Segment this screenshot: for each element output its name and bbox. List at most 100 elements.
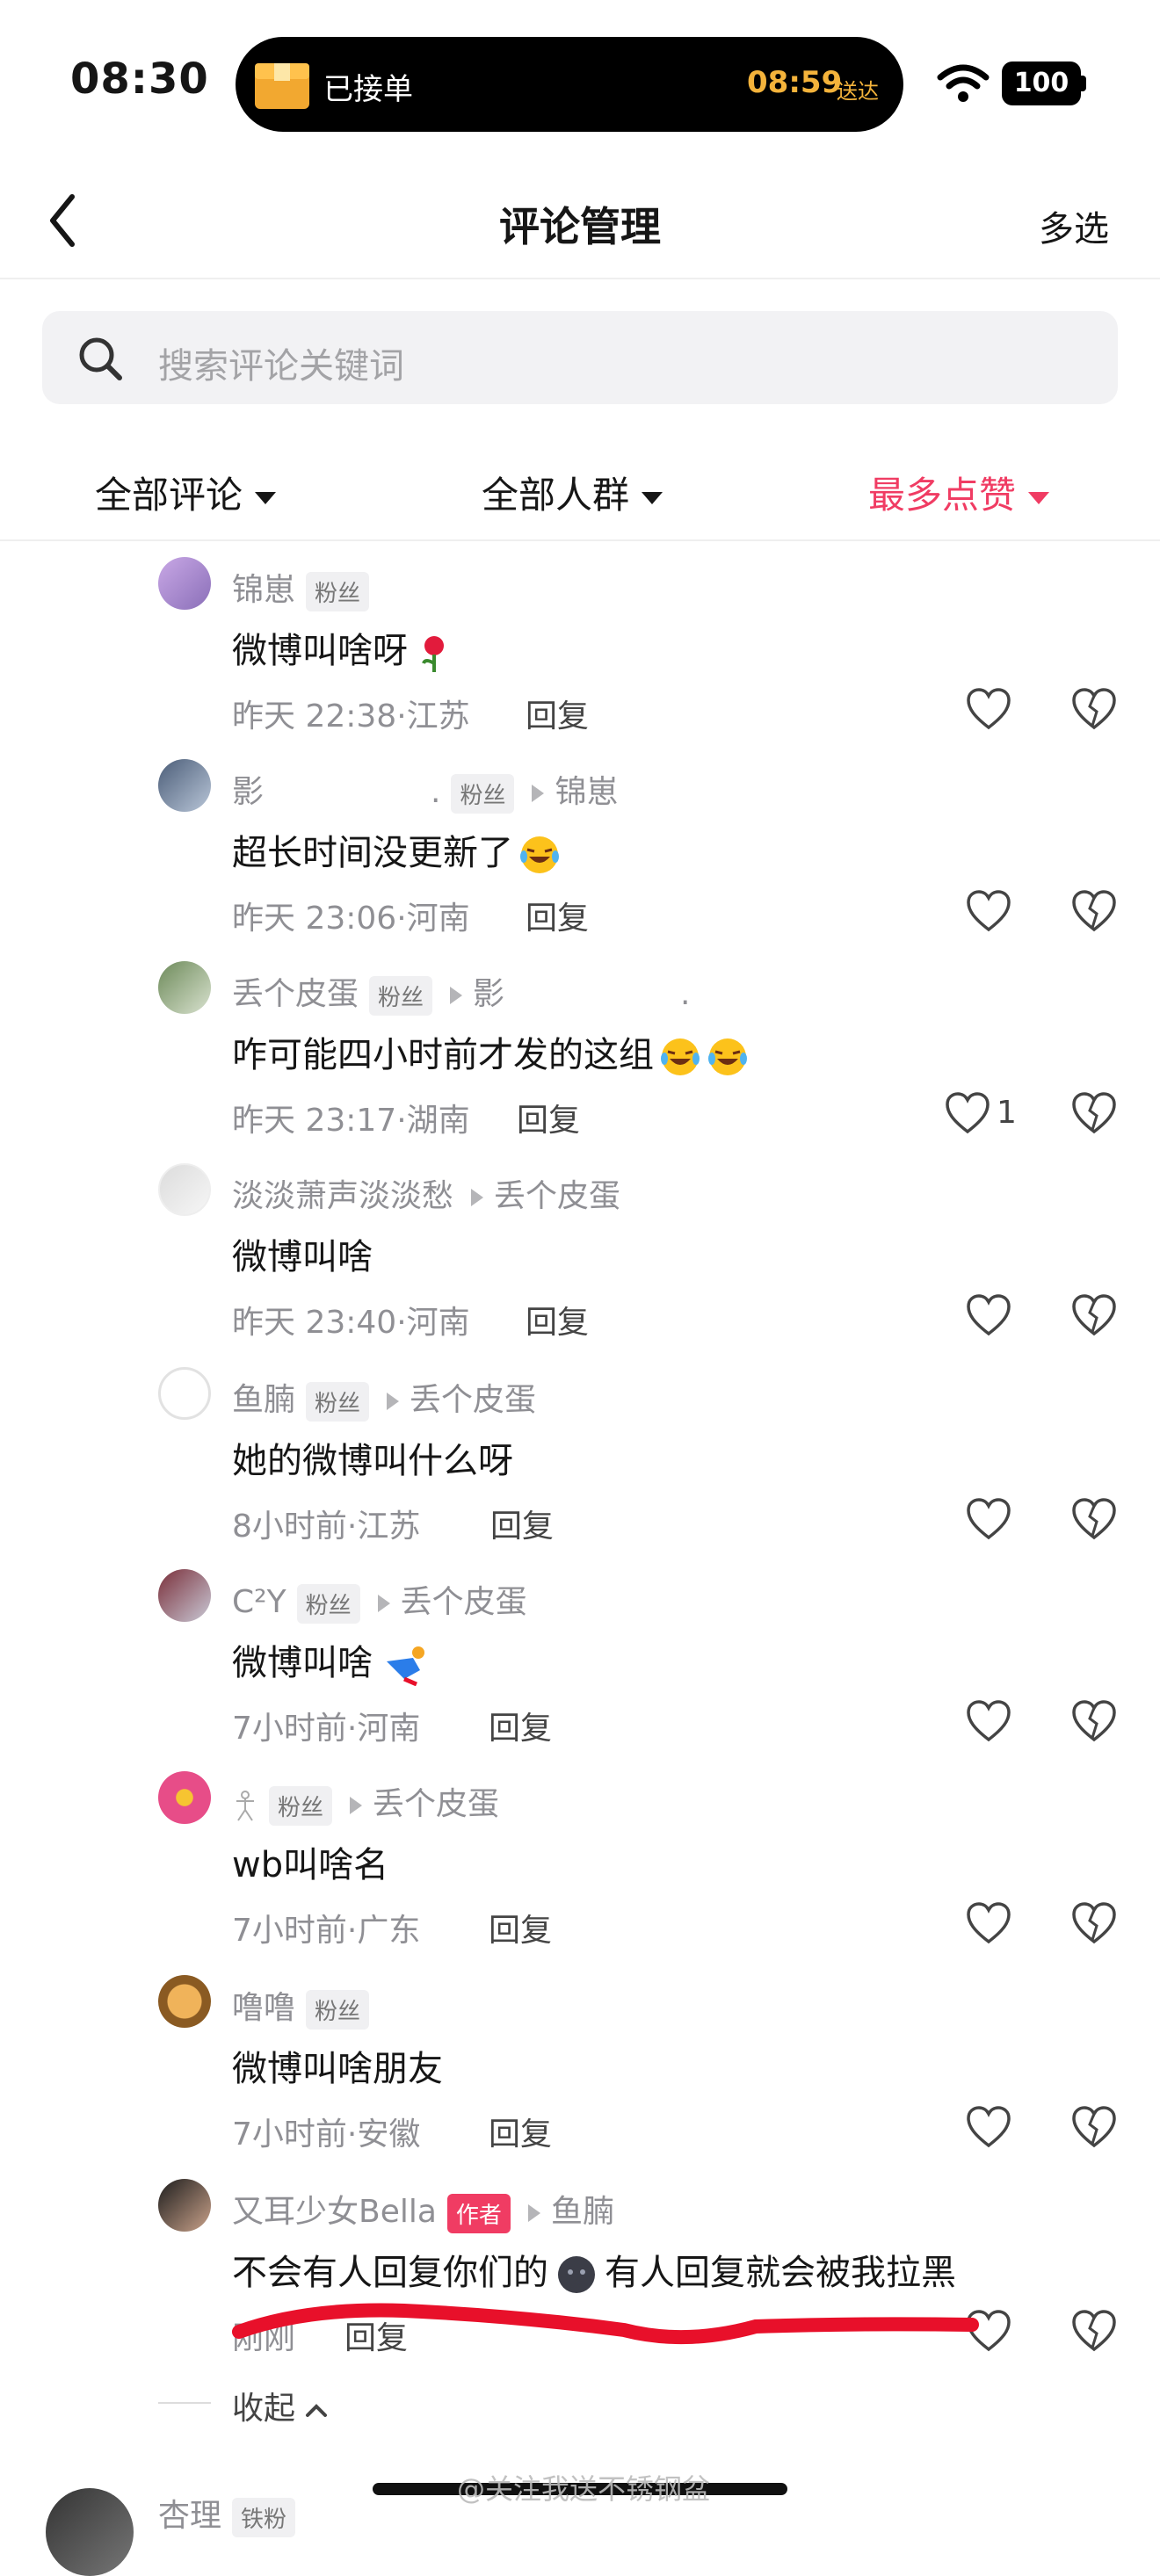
laughing-tears-emoji-icon xyxy=(661,1038,700,1075)
like-heart-icon[interactable] xyxy=(965,1497,1012,1541)
dislike-broken-heart-icon[interactable] xyxy=(1070,1699,1118,1743)
like-heart-icon[interactable] xyxy=(965,1699,1012,1743)
filter-label: 全部人群 xyxy=(482,474,630,517)
avatar[interactable] xyxy=(158,961,211,1014)
laughing-tears-emoji-icon xyxy=(708,1038,747,1075)
nav-divider xyxy=(0,278,1160,279)
reply-target[interactable]: 丢个皮蛋 xyxy=(373,1786,499,1822)
avatar[interactable] xyxy=(158,1163,211,1216)
filter-all-audience[interactable]: 全部人群 xyxy=(482,466,663,519)
avatar[interactable] xyxy=(158,1367,211,1420)
dislike-broken-heart-icon[interactable] xyxy=(1070,2309,1118,2353)
island-eta-suffix: 送达 xyxy=(837,79,879,104)
comment-time: 昨天 23:06·河南 xyxy=(232,901,470,937)
dislike-broken-heart-icon[interactable] xyxy=(1070,1293,1118,1337)
reply-target[interactable]: 丢个皮蛋 xyxy=(410,1382,536,1418)
laughing-tears-emoji-icon xyxy=(520,836,559,873)
filter-label: 全部评论 xyxy=(95,474,243,517)
reply-button[interactable]: 回复 xyxy=(489,1905,552,1950)
reply-arrow-icon xyxy=(527,2204,540,2222)
comment-time: 7小时前·广东 xyxy=(232,1913,421,1949)
avatar[interactable] xyxy=(158,557,211,610)
comment-header: 粉丝 丢个皮蛋 xyxy=(232,1778,499,1826)
dropdown-triangle-icon xyxy=(255,491,277,504)
collapse-button[interactable]: 收起 xyxy=(232,2383,329,2428)
comment-text: wb叫啥名 xyxy=(232,1836,388,1887)
reply-button[interactable]: 回复 xyxy=(489,2109,552,2154)
avatar[interactable] xyxy=(46,2488,134,2576)
like-heart-icon[interactable] xyxy=(965,2105,1012,2149)
search-placeholder[interactable]: 搜索评论关键词 xyxy=(158,337,404,388)
comment-body-part1: 不会有人回复你们的 xyxy=(232,2253,548,2293)
like-heart-icon[interactable] xyxy=(944,1091,991,1135)
reply-arrow-icon xyxy=(471,1189,484,1206)
reply-button[interactable]: 回复 xyxy=(526,691,589,736)
avatar[interactable] xyxy=(158,1975,211,2028)
username[interactable]: 噜噜 xyxy=(232,1990,295,2026)
username[interactable]: 鱼腩 xyxy=(232,1382,295,1418)
reply-button[interactable]: 回复 xyxy=(490,1501,554,1546)
username[interactable]: 影 xyxy=(232,774,264,810)
dislike-broken-heart-icon[interactable] xyxy=(1070,889,1118,933)
fan-badge: 粉丝 xyxy=(369,975,433,1016)
username[interactable]: 淡淡萧声淡淡愁 xyxy=(232,1178,453,1214)
dropdown-triangle-icon xyxy=(1028,491,1050,504)
reply-target-suffix: . xyxy=(680,976,691,1012)
reply-button[interactable]: 回复 xyxy=(517,1095,580,1140)
collapse-label: 收起 xyxy=(232,2391,296,2427)
fan-badge: 粉丝 xyxy=(296,1583,360,1624)
like-heart-icon[interactable] xyxy=(965,889,1012,933)
filter-all-comments[interactable]: 全部评论 xyxy=(95,466,277,519)
multi-select-button[interactable]: 多选 xyxy=(1039,200,1109,251)
reply-target[interactable]: 锦崽 xyxy=(555,774,618,810)
username[interactable]: 丢个皮蛋 xyxy=(232,976,359,1012)
dropdown-triangle-icon xyxy=(642,491,663,504)
comment-header: 又耳少女Bella 作者 鱼腩 xyxy=(232,2186,614,2233)
filter-most-liked[interactable]: 最多点赞 xyxy=(868,466,1050,519)
reply-target[interactable]: 影 xyxy=(473,976,504,1012)
reply-target[interactable]: 丢个皮蛋 xyxy=(401,1584,527,1620)
comment-body: 咋可能四小时前才发的这组 xyxy=(232,1035,654,1075)
search-icon xyxy=(79,337,122,380)
filter-divider xyxy=(0,539,1160,541)
avatar[interactable] xyxy=(158,1569,211,1622)
username[interactable]: 杏理 xyxy=(158,2498,221,2534)
avatar[interactable] xyxy=(158,759,211,812)
comment-time: 7小时前·河南 xyxy=(232,1711,421,1747)
reply-button[interactable]: 回复 xyxy=(489,1703,552,1748)
comment-time: 7小时前·安徽 xyxy=(232,2117,421,2153)
comment-header: C²Y 粉丝 丢个皮蛋 xyxy=(232,1576,527,1624)
dislike-broken-heart-icon[interactable] xyxy=(1070,1497,1118,1541)
comment-body: 微博叫啥 xyxy=(232,1643,373,1683)
comment-body: 她的微博叫什么呀 xyxy=(232,1441,513,1481)
fan-badge: 粉丝 xyxy=(306,1381,370,1422)
reply-target[interactable]: 鱼腩 xyxy=(551,2194,614,2230)
comment-time: 昨天 22:38·江苏 xyxy=(232,698,470,734)
fan-badge: 粉丝 xyxy=(306,571,370,611)
username[interactable]: 又耳少女Bella xyxy=(232,2194,437,2230)
dislike-broken-heart-icon[interactable] xyxy=(1070,1091,1118,1135)
comment-text: 咋可能四小时前才发的这组 xyxy=(232,1026,749,1078)
reply-target[interactable]: 丢个皮蛋 xyxy=(494,1178,620,1214)
status-time: 08:30 xyxy=(70,54,209,104)
comment-text: 微博叫啥 xyxy=(232,1634,431,1686)
dislike-broken-heart-icon[interactable] xyxy=(1070,1901,1118,1945)
chevron-up-icon xyxy=(306,2404,328,2417)
like-heart-icon[interactable] xyxy=(965,687,1012,731)
avatar[interactable] xyxy=(158,1771,211,1824)
wifi-icon xyxy=(937,64,990,102)
username[interactable]: 锦崽 xyxy=(232,572,295,608)
comment-body: 微博叫啥朋友 xyxy=(232,2049,443,2089)
like-heart-icon[interactable] xyxy=(965,1901,1012,1945)
author-badge: 作者 xyxy=(446,2193,511,2233)
dislike-broken-heart-icon[interactable] xyxy=(1070,2105,1118,2149)
username[interactable]: C²Y xyxy=(232,1584,286,1620)
reply-button[interactable]: 回复 xyxy=(526,1297,589,1342)
reply-button[interactable]: 回复 xyxy=(526,893,589,938)
comment-body-part2: 有人回复就会被我拉黑 xyxy=(605,2253,956,2293)
fan-badge: 粉丝 xyxy=(306,1989,370,2030)
avatar[interactable] xyxy=(158,2179,211,2232)
dislike-broken-heart-icon[interactable] xyxy=(1070,687,1118,731)
comment-header: 影. 粉丝 锦崽 xyxy=(232,766,619,814)
like-heart-icon[interactable] xyxy=(965,1293,1012,1337)
